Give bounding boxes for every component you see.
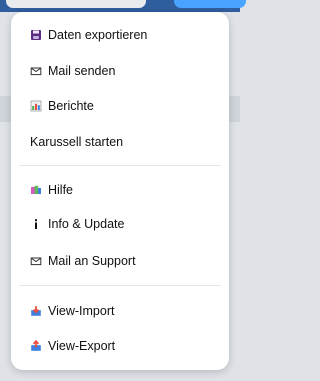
menu-item-mail-an-support[interactable]: Mail an Support bbox=[11, 245, 229, 277]
menu-item-label: Berichte bbox=[48, 99, 94, 113]
background-search-pill bbox=[6, 0, 146, 8]
menu-item-karussell-starten[interactable]: Karussell starten bbox=[11, 126, 229, 158]
menu-item-label: Mail an Support bbox=[48, 254, 136, 268]
envelope-icon bbox=[30, 255, 42, 267]
menu-divider bbox=[19, 165, 221, 166]
menu-item-view-export[interactable]: View-Export bbox=[11, 330, 229, 362]
background-action-pill bbox=[174, 0, 246, 8]
menu-item-mail-senden[interactable]: Mail senden bbox=[11, 55, 229, 87]
help-books-icon bbox=[30, 184, 42, 196]
menu-item-label: Hilfe bbox=[48, 183, 74, 197]
menu-item-view-import[interactable]: View-Import bbox=[11, 295, 229, 327]
menu-item-berichte[interactable]: Berichte bbox=[11, 90, 229, 122]
dropdown-menu: Daten exportieren Mail senden Berichte K… bbox=[11, 12, 229, 370]
export-icon bbox=[30, 340, 42, 352]
import-icon bbox=[30, 305, 42, 317]
bar-chart-icon bbox=[30, 100, 42, 112]
envelope-icon bbox=[30, 65, 42, 77]
menu-item-info-update[interactable]: Info & Update bbox=[11, 208, 229, 240]
menu-item-label: View-Import bbox=[48, 304, 115, 318]
menu-item-label: Karussell starten bbox=[30, 135, 124, 149]
menu-divider bbox=[19, 285, 221, 286]
floppy-disk-icon bbox=[30, 29, 42, 41]
menu-item-label: Mail senden bbox=[48, 64, 116, 78]
info-icon bbox=[30, 218, 42, 230]
menu-item-label: View-Export bbox=[48, 339, 116, 353]
menu-item-daten-exportieren[interactable]: Daten exportieren bbox=[11, 19, 229, 51]
menu-item-label: Info & Update bbox=[48, 217, 125, 231]
menu-list: Daten exportieren Mail senden Berichte K… bbox=[11, 12, 229, 370]
menu-item-label: Daten exportieren bbox=[48, 28, 148, 42]
menu-item-hilfe[interactable]: Hilfe bbox=[11, 174, 229, 206]
